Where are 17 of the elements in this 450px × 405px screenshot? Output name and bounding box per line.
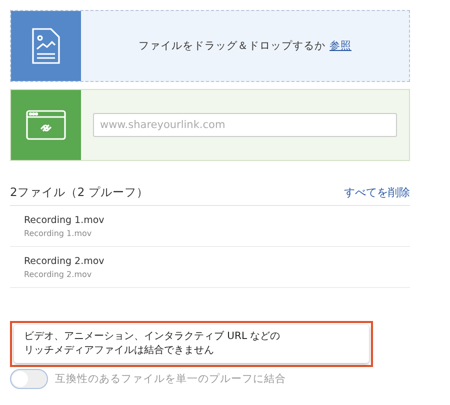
file-name: Recording 2.mov bbox=[24, 256, 106, 266]
files-heading: 2ファイル（2 プルーフ） bbox=[10, 185, 148, 200]
tooltip-text: ビデオ、アニメーション、インタラクティブ URL などの bbox=[24, 330, 282, 344]
url-input-field[interactable]: www.shareyourlink.com bbox=[93, 113, 397, 137]
browse-link[interactable]: 参照 bbox=[330, 39, 352, 53]
drop-zone[interactable]: ファイルをドラッグ＆ドロップするか 参照 bbox=[10, 10, 410, 82]
remove-all-link[interactable]: すべてを削除 bbox=[344, 185, 410, 200]
file-row[interactable]: Recording 1.mov Recording 1.mov bbox=[10, 206, 410, 247]
file-name: Recording 1.mov bbox=[24, 214, 106, 226]
browser-link-icon bbox=[26, 110, 66, 140]
toggle-label: 互換性のあるファイルを単一のプルーフに結合 bbox=[55, 372, 286, 386]
file-row[interactable]: Recording 2.mov Recording 2.mov bbox=[10, 247, 410, 288]
image-file-icon bbox=[31, 27, 61, 65]
file-subtitle: Recording 2.mov bbox=[24, 270, 93, 278]
file-subtitle: Recording 1.mov bbox=[24, 228, 93, 238]
drop-instruction: ファイルをドラッグ＆ドロップするか bbox=[138, 39, 326, 53]
tooltip-text: リッチメディアファイルは結合できません bbox=[24, 344, 215, 358]
